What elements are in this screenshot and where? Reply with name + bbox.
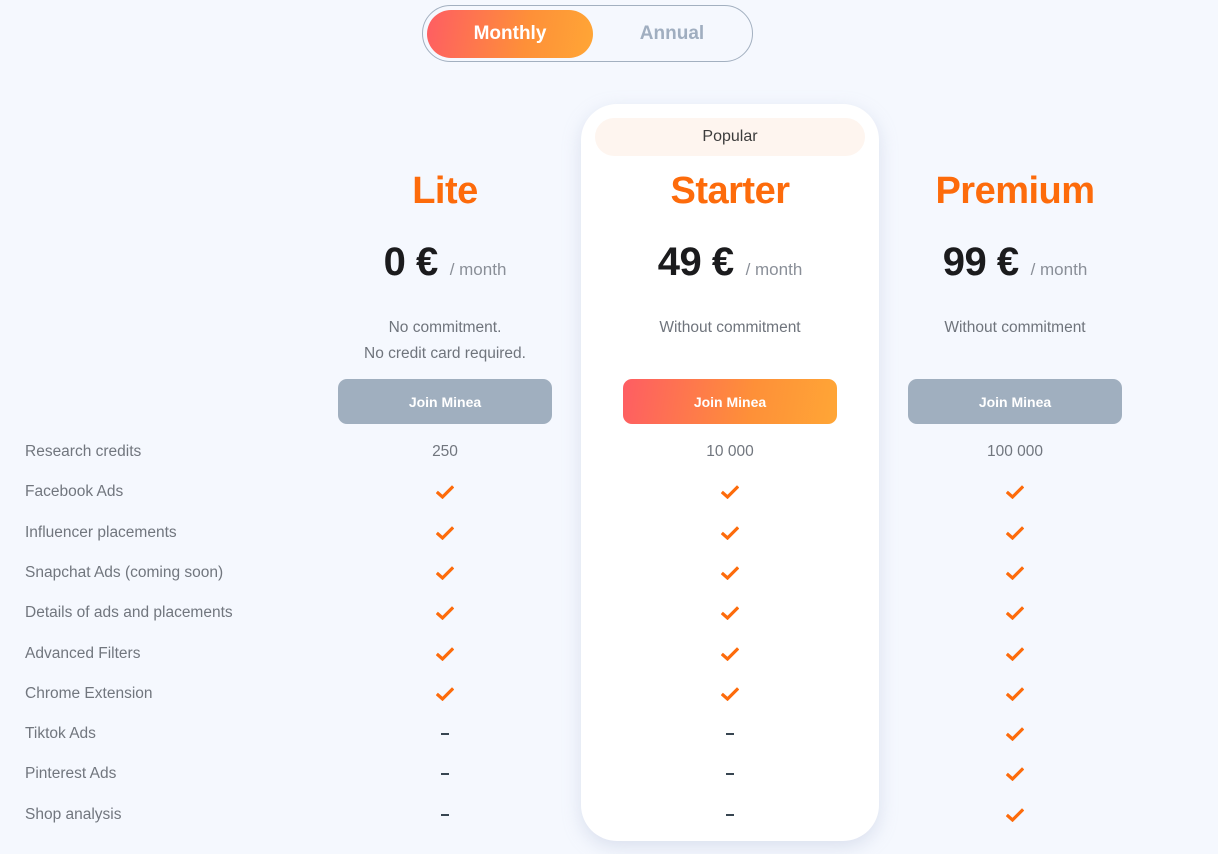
- check-icon: [680, 483, 780, 501]
- check-icon: [680, 645, 780, 663]
- plan-period: / month: [449, 260, 507, 279]
- feature-label: Snapchat Ads (coming soon): [25, 564, 224, 581]
- join-starter-button[interactable]: Join Minea: [623, 379, 837, 424]
- feature-label: Chrome Extension: [25, 685, 153, 702]
- description-line: No commitment.: [388, 319, 502, 336]
- check-icon: [965, 645, 1065, 663]
- check-icon: [680, 685, 780, 703]
- description-line: Without commitment: [944, 319, 1086, 336]
- plan-price: 99 €: [942, 240, 1019, 284]
- check-icon: [395, 685, 495, 703]
- popular-badge: Popular: [595, 118, 865, 156]
- check-icon: [395, 604, 495, 622]
- toggle-monthly[interactable]: Monthly: [427, 10, 593, 58]
- plan-description: No commitment. No credit card required.: [295, 315, 595, 367]
- plan-price: 0 €: [383, 240, 439, 284]
- plan-description: Without commitment: [865, 315, 1165, 341]
- description-line: No credit card required.: [364, 345, 526, 362]
- check-icon: [965, 564, 1065, 582]
- dash-icon: [680, 725, 780, 743]
- join-premium-button[interactable]: Join Minea: [908, 379, 1122, 424]
- check-icon: [395, 483, 495, 501]
- plan-period: / month: [745, 260, 803, 279]
- dash-icon: [680, 765, 780, 783]
- price-row: 49 € / month: [580, 240, 880, 285]
- join-lite-button[interactable]: Join Minea: [338, 379, 552, 424]
- dash-icon: [395, 765, 495, 783]
- check-icon: [395, 645, 495, 663]
- check-icon: [965, 483, 1065, 501]
- billing-toggle: Monthly Annual: [422, 5, 753, 62]
- price-row: 0 € / month: [295, 240, 595, 285]
- check-icon: [965, 725, 1065, 743]
- plan-description: Without commitment: [580, 315, 880, 341]
- check-icon: [680, 564, 780, 582]
- check-icon: [965, 685, 1065, 703]
- feature-label: Research credits: [25, 443, 142, 460]
- feature-label: Pinterest Ads: [25, 765, 117, 782]
- feature-label: Shop analysis: [25, 806, 122, 823]
- check-icon: [965, 765, 1065, 783]
- feature-label: Facebook Ads: [25, 483, 124, 500]
- feature-value: 250: [432, 443, 458, 460]
- description-line: Without commitment: [659, 319, 801, 336]
- check-icon: [965, 524, 1065, 542]
- check-icon: [965, 806, 1065, 824]
- dash-icon: [395, 725, 495, 743]
- dash-icon: [395, 806, 495, 824]
- check-icon: [680, 604, 780, 622]
- plan-price: 49 €: [657, 240, 734, 284]
- check-icon: [965, 604, 1065, 622]
- check-icon: [395, 524, 495, 542]
- feature-label: Advanced Filters: [25, 645, 141, 662]
- feature-value: 100 000: [986, 443, 1044, 460]
- toggle-annual[interactable]: Annual: [589, 10, 755, 58]
- feature-label: Influencer placements: [25, 524, 177, 541]
- check-icon: [395, 564, 495, 582]
- plan-name: Starter: [670, 170, 791, 212]
- dash-icon: [680, 806, 780, 824]
- check-icon: [680, 524, 780, 542]
- feature-label: Details of ads and placements: [25, 604, 233, 621]
- plan-name: Premium: [935, 170, 1095, 212]
- feature-value: 10 000: [706, 443, 754, 460]
- plan-name: Lite: [412, 170, 478, 212]
- feature-label: Tiktok Ads: [25, 725, 96, 742]
- price-row: 99 € / month: [865, 240, 1165, 285]
- plan-period: / month: [1030, 260, 1088, 279]
